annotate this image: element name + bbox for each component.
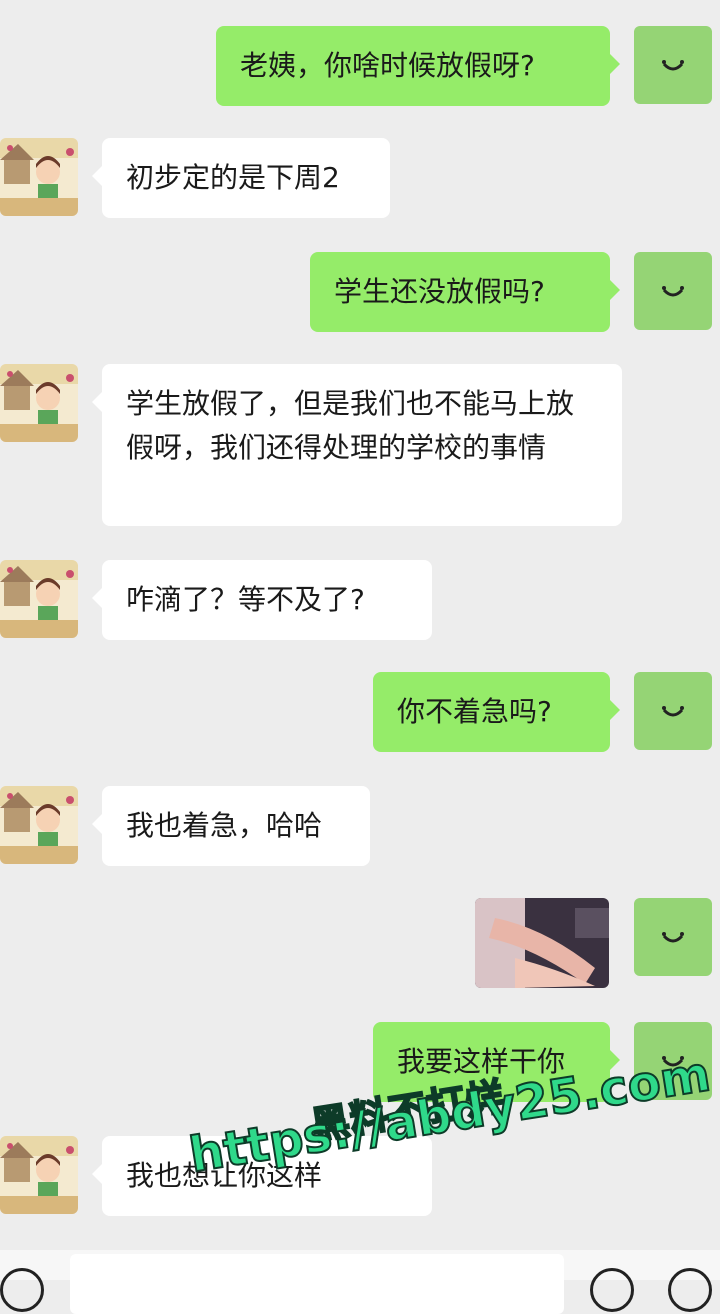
smile-avatar-icon	[662, 706, 684, 717]
smile-avatar-icon	[662, 1056, 684, 1067]
cartoon-girl-avatar-icon	[0, 1136, 78, 1214]
emoji-icon[interactable]	[590, 1268, 634, 1312]
message-bubble-outgoing[interactable]: 你不着急吗?	[373, 672, 620, 752]
message-bubble-outgoing[interactable]: 学生还没放假吗?	[310, 252, 620, 332]
photo-thumbnail-icon	[475, 898, 609, 988]
message-bubble-incoming[interactable]: 我也想让你这样	[92, 1136, 432, 1216]
chat-window: 老姨，你啥时候放假呀? 初步定的是下周2 学生还没放假吗? 学生放假了，但是我们…	[0, 0, 720, 1314]
message-bubble-incoming[interactable]: 初步定的是下周2	[92, 138, 390, 218]
self-avatar[interactable]	[634, 26, 712, 104]
input-bar	[0, 1250, 720, 1314]
contact-avatar[interactable]	[0, 364, 78, 442]
cartoon-girl-avatar-icon	[0, 138, 78, 216]
cartoon-girl-avatar-icon	[0, 786, 78, 864]
contact-avatar[interactable]	[0, 1136, 78, 1214]
voice-icon[interactable]	[0, 1268, 44, 1312]
cartoon-girl-avatar-icon	[0, 560, 78, 638]
message-bubble-incoming[interactable]: 学生放假了，但是我们也不能马上放假呀，我们还得处理的学校的事情	[92, 364, 622, 526]
smile-avatar-icon	[662, 932, 684, 943]
self-avatar[interactable]	[634, 252, 712, 330]
contact-avatar[interactable]	[0, 786, 78, 864]
contact-avatar[interactable]	[0, 560, 78, 638]
photo-message[interactable]	[475, 898, 609, 988]
contact-avatar[interactable]	[0, 138, 78, 216]
message-bubble-incoming[interactable]: 咋滴了？等不及了?	[92, 560, 432, 640]
self-avatar[interactable]	[634, 672, 712, 750]
smile-avatar-icon	[662, 286, 684, 297]
message-bubble-incoming[interactable]: 我也着急，哈哈	[92, 786, 370, 866]
self-avatar[interactable]	[634, 898, 712, 976]
self-avatar[interactable]	[634, 1022, 712, 1100]
cartoon-girl-avatar-icon	[0, 364, 78, 442]
message-bubble-outgoing[interactable]: 老姨，你啥时候放假呀?	[216, 26, 620, 106]
plus-icon[interactable]	[668, 1268, 712, 1312]
smile-avatar-icon	[662, 60, 684, 71]
message-bubble-outgoing[interactable]: 我要这样干你	[373, 1022, 620, 1102]
message-input[interactable]	[70, 1254, 564, 1314]
